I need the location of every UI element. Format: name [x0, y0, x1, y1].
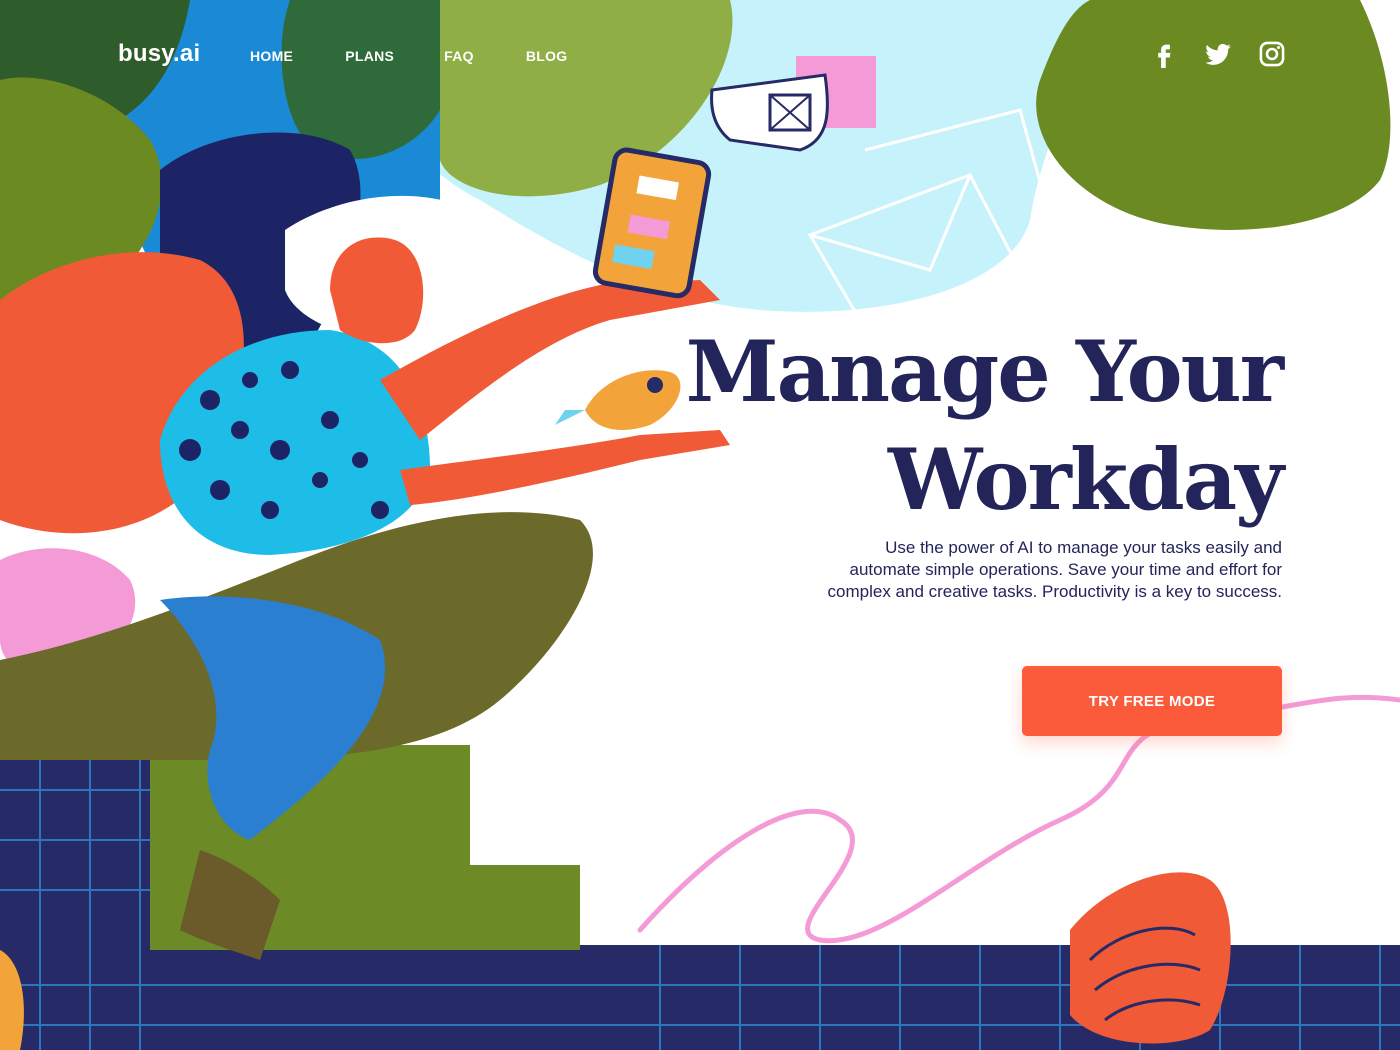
nav-blog-link[interactable]: BLOG	[526, 48, 568, 64]
person-head	[330, 237, 424, 344]
nav-faq-link[interactable]: FAQ	[444, 48, 474, 64]
green-block-small	[460, 865, 580, 950]
phone-illustration	[592, 147, 712, 299]
pink-squiggle	[637, 694, 1400, 944]
instagram-icon[interactable]	[1258, 40, 1286, 68]
brand-logo[interactable]: busy.ai	[118, 40, 200, 68]
try-free-mode-button[interactable]: TRY FREE MODE	[1022, 666, 1282, 736]
nav-plans-link[interactable]: PLANS	[345, 48, 394, 64]
twitter-icon[interactable]	[1204, 40, 1232, 68]
main-nav: HOME PLANS FAQ BLOG	[250, 48, 568, 64]
hero-description: Use the power of AI to manage your tasks…	[827, 538, 1282, 601]
facebook-icon[interactable]	[1150, 40, 1178, 68]
social-links	[1150, 40, 1286, 68]
landing-page: busy.ai HOME PLANS FAQ BLOG Manage Your …	[0, 0, 1400, 1050]
site-header: busy.ai HOME PLANS FAQ BLOG	[0, 0, 1400, 110]
hero-title-line-2: Workday	[888, 430, 1284, 529]
nav-home-link[interactable]: HOME	[250, 48, 293, 64]
hero-title-line-1: Manage Your	[685, 322, 1284, 421]
hero-title: Manage Your Workday	[662, 318, 1284, 534]
